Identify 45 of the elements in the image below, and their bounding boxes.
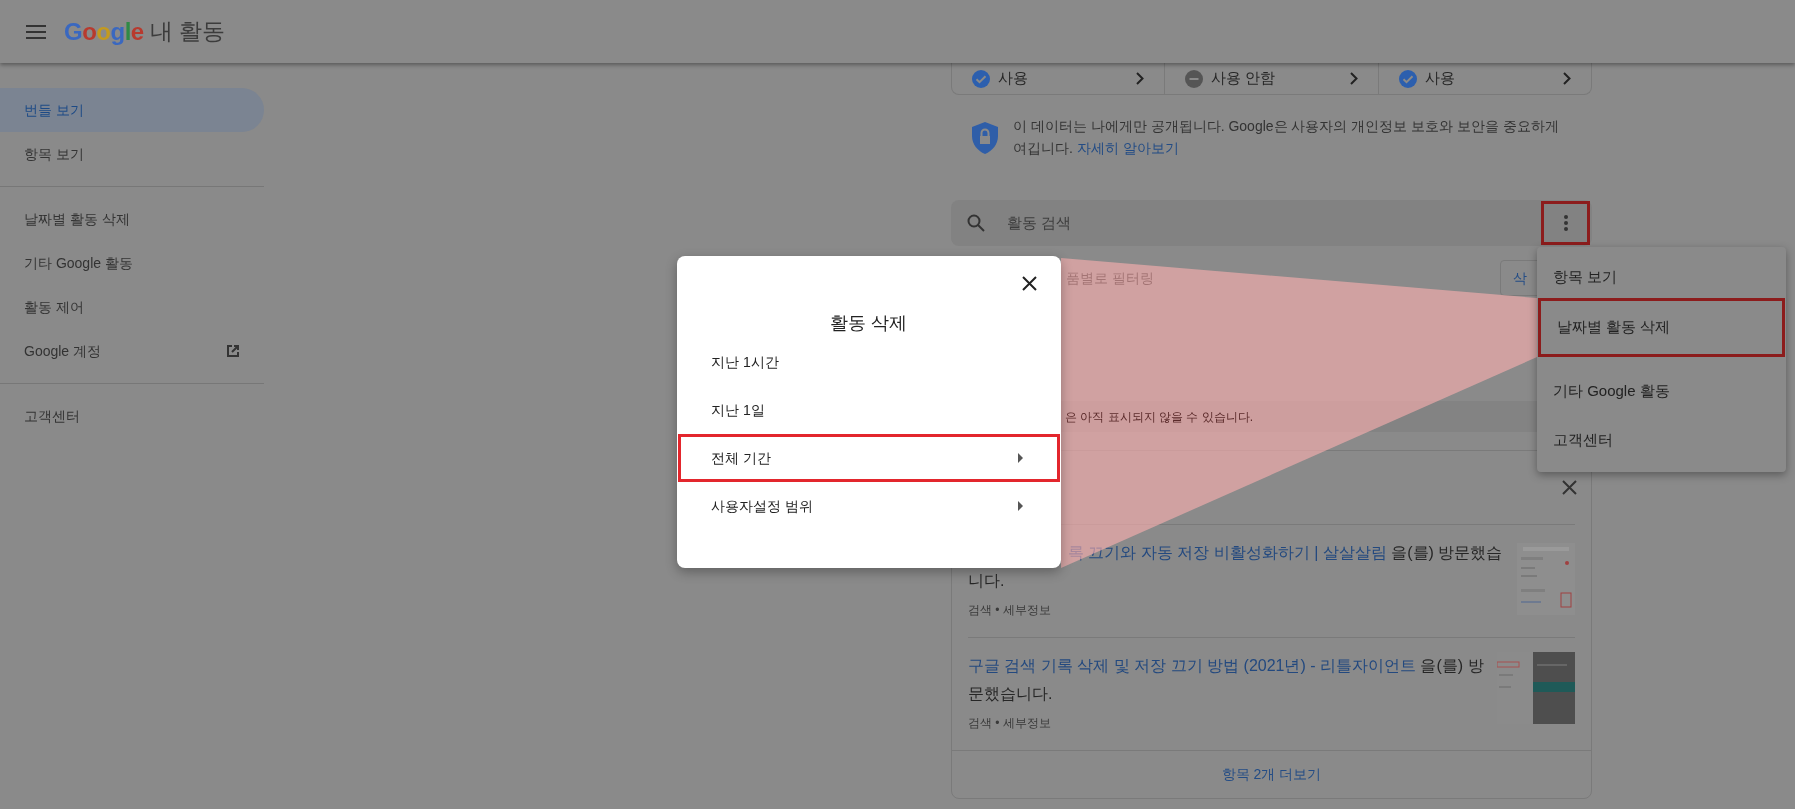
notice-text: 은 아직 표시되지 않을 수 있습니다. (1065, 408, 1253, 426)
visited-page-link[interactable]: 록 끄기와 자동 저장 비활성화하기 | 살살살림 (1068, 544, 1387, 561)
caret-right-icon (1018, 501, 1023, 511)
activity-toggle[interactable]: 사용 안함 (1164, 63, 1378, 94)
sidebar-item[interactable]: 기타 Google 활동 (0, 241, 264, 285)
range-option[interactable]: 사용자설정 범위 (678, 482, 1060, 530)
minus-circle-icon (1185, 69, 1204, 88)
check-circle-icon (1398, 69, 1417, 88)
sidebar-item[interactable]: 고객센터 (0, 394, 264, 438)
activity-text: 구글 검색 기록 삭제 및 저장 끄기 방법 (2021년) - 리틀자이언트 을(를) 방 문했습니다. (968, 656, 1485, 704)
range-option[interactable]: 전체 기간 (678, 434, 1060, 482)
more-options-button[interactable] (1541, 201, 1590, 245)
menu-item[interactable]: 기타 Google 활동 (1537, 363, 1786, 419)
page-title: 내 활동 (149, 17, 226, 47)
privacy-notice: 이 데이터는 나에게만 공개됩니다. Google은 사용자의 개인정보 보호와 보안을 중요하게 여깁니다. 자세히 알아보기 (1013, 117, 1561, 158)
activity-toggle[interactable]: 사용 (952, 63, 1165, 94)
menu-item[interactable]: 날짜별 활동 삭제 (1538, 298, 1785, 357)
show-more-button[interactable]: 항목 2개 더보기 (1221, 764, 1322, 785)
search-field[interactable]: 활동 검색 (951, 200, 1592, 246)
visited-page-link[interactable]: 구글 검색 기록 삭제 및 저장 끄기 방법 (2021년) - 리틀자이언트 (968, 657, 1417, 674)
range-option[interactable]: 지난 1일 (678, 386, 1060, 434)
activity-toggle[interactable]: 사용 (1377, 63, 1591, 94)
chevron-right-icon (1136, 72, 1145, 85)
sidebar-item[interactable]: 번들 보기 (0, 88, 264, 132)
range-option[interactable]: 지난 1시간 (678, 338, 1060, 386)
chevron-right-icon (1349, 72, 1358, 85)
caret-right-icon (1018, 453, 1023, 463)
sidebar-item[interactable]: 날짜별 활동 삭제 (0, 197, 264, 241)
check-circle-icon (972, 69, 990, 88)
sidebar-item[interactable]: Google 계정 (0, 329, 264, 373)
chevron-right-icon (1563, 72, 1571, 85)
search-input[interactable]: 활동 검색 (1007, 211, 1541, 235)
dialog-title: 활동 삭제 (829, 312, 909, 335)
shield-lock-icon (971, 121, 999, 155)
activity-meta[interactable]: 검색 • 세부정보 (968, 601, 1517, 619)
learn-more-link[interactable]: 자세히 알아보기 (1076, 140, 1179, 156)
sidebar-item[interactable]: 활동 제어 (0, 285, 264, 329)
menu-item[interactable]: 고객센터 (1537, 419, 1786, 461)
sidebar-item[interactable]: 항목 보기 (0, 132, 264, 176)
menu-icon[interactable] (26, 24, 46, 39)
search-icon (967, 214, 985, 232)
external-link-icon (226, 344, 240, 358)
activity-meta[interactable]: 검색 • 세부정보 (968, 714, 1497, 732)
close-icon[interactable] (1022, 276, 1037, 291)
more-vertical-icon (1563, 215, 1568, 231)
